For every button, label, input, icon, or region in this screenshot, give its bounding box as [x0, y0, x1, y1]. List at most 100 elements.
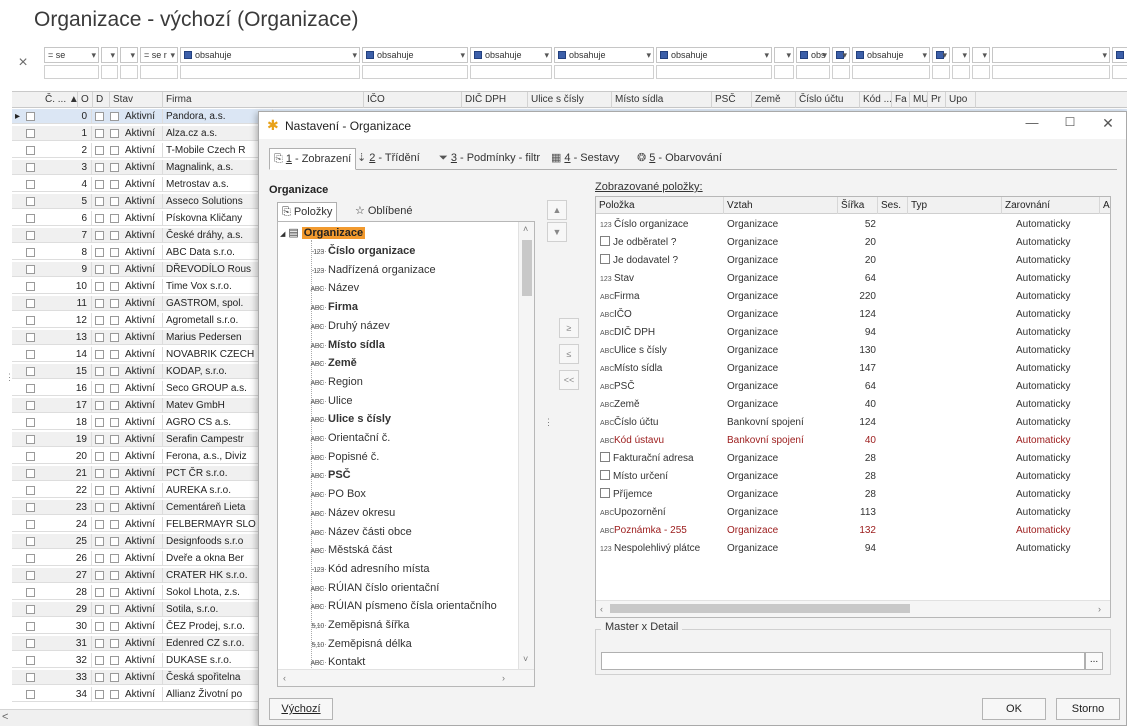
filter-cell[interactable]: obsahuje [554, 47, 654, 63]
filter-cell[interactable]: obsahuje [470, 47, 552, 63]
grid-column-header[interactable]: Ulice s čísly [528, 92, 612, 108]
customer-checkbox[interactable] [95, 520, 104, 529]
row-select-checkbox[interactable] [26, 214, 35, 223]
row-select-checkbox[interactable] [26, 418, 35, 427]
customer-checkbox[interactable] [95, 316, 104, 325]
splitter-grip-icon[interactable]: ⋮ [544, 417, 553, 428]
filter-cell[interactable]: obs [796, 47, 830, 63]
displayed-column-header[interactable]: Zarovnání [1002, 197, 1100, 214]
tree-item[interactable]: 5,10 Zeměpisná délka [304, 635, 412, 653]
row-select-checkbox[interactable] [26, 112, 35, 121]
row-select-checkbox[interactable] [26, 180, 35, 189]
filter-cell[interactable] [992, 47, 1110, 63]
scroll-left-icon[interactable]: ‹ [600, 604, 603, 614]
row-select-checkbox[interactable] [26, 129, 35, 138]
supplier-checkbox[interactable] [110, 486, 119, 495]
supplier-checkbox[interactable] [110, 316, 119, 325]
scroll-left-icon[interactable]: ‹ [283, 673, 286, 683]
tree-item[interactable]: ABC Městská část [304, 541, 393, 559]
tree-item[interactable]: 123 Číslo organizace [304, 242, 415, 260]
grid-column-header[interactable]: Č. ... ▲ [42, 92, 78, 108]
grid-column-header[interactable]: Fa [892, 92, 910, 108]
tree-item[interactable]: ABC RÚIAN písmeno čísla orientačního [304, 597, 497, 615]
grid-column-header[interactable]: Pr [928, 92, 946, 108]
row-select-checkbox[interactable] [26, 605, 35, 614]
supplier-checkbox[interactable] [110, 129, 119, 138]
row-select-checkbox[interactable] [26, 299, 35, 308]
supplier-checkbox[interactable] [110, 282, 119, 291]
list-item[interactable]: ABCPoznámka - 255 Organizace 132 Automatick… [596, 522, 1110, 540]
supplier-checkbox[interactable] [110, 367, 119, 376]
supplier-checkbox[interactable] [110, 673, 119, 682]
filter-cell[interactable] [972, 47, 990, 63]
supplier-checkbox[interactable] [110, 537, 119, 546]
list-item[interactable]: ABCUlice s čísly Organizace 130 Automaticky [596, 342, 1110, 360]
customer-checkbox[interactable] [95, 605, 104, 614]
row-select-checkbox[interactable] [26, 520, 35, 529]
list-item[interactable]: 123 Nespolehlivý plátce Organizace 94 Automa… [596, 540, 1110, 558]
customer-checkbox[interactable] [95, 486, 104, 495]
remove-item-button[interactable]: ≤ [559, 344, 579, 364]
move-up-button[interactable]: ▲ [547, 200, 567, 220]
table-horizontal-scrollbar[interactable]: ‹ › [596, 600, 1110, 617]
row-select-checkbox[interactable] [26, 435, 35, 444]
tree-root-node[interactable]: ◢ ▤ Organizace [280, 224, 366, 242]
customer-checkbox[interactable] [95, 367, 104, 376]
filter-input[interactable] [774, 65, 794, 79]
tree-item[interactable]: ABC Orientační č. [304, 429, 391, 447]
row-select-checkbox[interactable] [26, 146, 35, 155]
subtab-items[interactable]: ⎘ Položky [277, 202, 338, 222]
supplier-checkbox[interactable] [110, 435, 119, 444]
splitter-grip-icon[interactable]: ⋮ [5, 372, 14, 383]
customer-checkbox[interactable] [95, 571, 104, 580]
row-select-checkbox[interactable] [26, 571, 35, 580]
supplier-checkbox[interactable] [110, 146, 119, 155]
master-detail-browse-button[interactable]: ... [1085, 652, 1103, 670]
filter-cell[interactable] [952, 47, 970, 63]
displayed-column-header[interactable]: Vztah [724, 197, 838, 214]
filter-input[interactable] [120, 65, 138, 79]
list-item[interactable]: ABCZemě Organizace 40 Automaticky [596, 396, 1110, 414]
grid-column-header[interactable]: D [93, 92, 110, 108]
supplier-checkbox[interactable] [110, 401, 119, 410]
default-button[interactable]: Výchozí [269, 698, 333, 720]
filter-cell[interactable] [120, 47, 138, 63]
customer-checkbox[interactable] [95, 673, 104, 682]
supplier-checkbox[interactable] [110, 690, 119, 699]
tree-item[interactable]: ABC Název okresu [304, 504, 396, 522]
subtab-favorites[interactable]: ☆ Oblíbené [351, 202, 417, 222]
row-select-checkbox[interactable] [26, 622, 35, 631]
customer-checkbox[interactable] [95, 299, 104, 308]
supplier-checkbox[interactable] [110, 163, 119, 172]
row-select-checkbox[interactable] [26, 486, 35, 495]
row-select-checkbox[interactable] [26, 197, 35, 206]
supplier-checkbox[interactable] [110, 265, 119, 274]
list-item[interactable]: Je dodavatel ? Organizace 20 Automaticky [596, 252, 1110, 270]
list-item[interactable]: ABCUpozornění Organizace 113 Automaticky [596, 504, 1110, 522]
filter-input[interactable] [972, 65, 990, 79]
row-select-checkbox[interactable] [26, 690, 35, 699]
tree-item[interactable]: ABC PO Box [304, 485, 366, 503]
tab-4[interactable]: ▦ 4 - Sestavy [547, 148, 623, 170]
grid-column-header[interactable]: Upo [946, 92, 976, 108]
grid-column-header[interactable]: Stav [110, 92, 163, 108]
customer-checkbox[interactable] [95, 469, 104, 478]
scroll-up-icon[interactable]: ˄ [523, 224, 528, 234]
filter-input[interactable] [952, 65, 970, 79]
tree-item[interactable]: ABC Popisné č. [304, 448, 380, 466]
tab-1[interactable]: ⎘ 1 - Zobrazení [269, 148, 357, 170]
customer-checkbox[interactable] [95, 214, 104, 223]
list-item[interactable]: 123 Číslo organizace Organizace 52 Automatic… [596, 216, 1110, 234]
tree-item[interactable]: ABC Firma [304, 298, 358, 316]
row-select-checkbox[interactable] [26, 452, 35, 461]
grid-column-header[interactable]: PSČ [712, 92, 752, 108]
customer-checkbox[interactable] [95, 282, 104, 291]
tree-item[interactable]: ABC Země [304, 354, 357, 372]
filter-cell[interactable] [832, 47, 850, 63]
list-item[interactable]: 123 Stav Organizace 64 Automaticky [596, 270, 1110, 288]
supplier-checkbox[interactable] [110, 554, 119, 563]
supplier-checkbox[interactable] [110, 588, 119, 597]
supplier-checkbox[interactable] [110, 197, 119, 206]
filter-input[interactable] [656, 65, 772, 79]
supplier-checkbox[interactable] [110, 503, 119, 512]
